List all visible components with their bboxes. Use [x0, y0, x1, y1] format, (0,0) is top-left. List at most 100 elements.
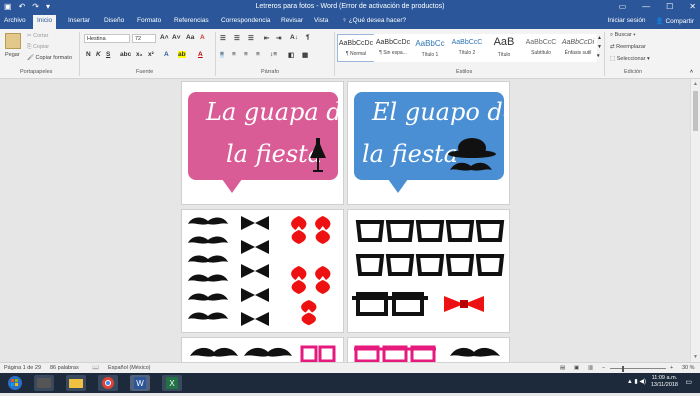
show-marks-icon[interactable]: ¶: [306, 34, 310, 41]
share-button[interactable]: 👤 Compartir: [656, 17, 694, 25]
paste-button[interactable]: Pegar: [5, 52, 20, 58]
tab-formato[interactable]: Formato: [137, 17, 161, 24]
bullets-icon[interactable]: ☰: [220, 34, 226, 42]
cut-button[interactable]: ✂ Cortar: [27, 33, 48, 39]
signin-link[interactable]: Iniciar sesión: [608, 17, 646, 25]
align-center-icon[interactable]: ≡: [232, 51, 236, 58]
style-subtitle[interactable]: AaBbCcC Subtítulo: [522, 34, 560, 62]
bold-icon[interactable]: N: [86, 51, 91, 58]
zoom-level[interactable]: 30 %: [682, 365, 695, 371]
zoom-slider-handle[interactable]: [622, 366, 624, 372]
scroll-thumb[interactable]: [693, 91, 698, 131]
select-button[interactable]: ⬚ Seleccionar ▾: [610, 56, 650, 62]
minimize-icon[interactable]: —: [642, 2, 650, 11]
style-subtle-emphasis[interactable]: AaBbCcDi Énfasis sutil: [559, 34, 597, 62]
tray-icons[interactable]: ▲ ▮ ◀): [627, 378, 646, 385]
replace-button[interactable]: ⇄ Reemplazar: [610, 44, 646, 50]
justify-icon[interactable]: ≡: [256, 51, 260, 58]
styles-scroll-up-icon[interactable]: ▲: [597, 35, 602, 41]
line-spacing-icon[interactable]: ↕≡: [270, 51, 277, 58]
text-effects-icon[interactable]: A: [164, 51, 169, 58]
page-count[interactable]: Página 1 de 29: [4, 365, 41, 371]
read-mode-icon[interactable]: ▤: [560, 365, 565, 371]
shading-icon[interactable]: ◧: [288, 51, 294, 59]
vertical-scrollbar[interactable]: ▲ ▼: [690, 79, 700, 362]
font-name-box[interactable]: Hestina: [84, 34, 130, 43]
collapse-ribbon-icon[interactable]: ˄: [690, 69, 693, 75]
style-normal[interactable]: AaBbCcDc ¶ Normal: [337, 34, 375, 62]
clear-format-icon[interactable]: A: [200, 34, 205, 41]
close-icon[interactable]: ✕: [689, 2, 696, 11]
scroll-up-icon[interactable]: ▲: [693, 81, 698, 87]
grow-font-icon[interactable]: A˄: [160, 34, 169, 41]
page-4[interactable]: [347, 209, 510, 333]
dress-icon: [310, 138, 326, 172]
scroll-down-icon[interactable]: ▼: [693, 354, 698, 360]
word-icon[interactable]: W: [130, 375, 150, 391]
font-color-icon[interactable]: A: [198, 51, 203, 58]
copy-button[interactable]: ⎘ Copiar: [27, 44, 49, 51]
word-count[interactable]: 86 palabras: [50, 365, 79, 371]
sort-icon[interactable]: A↓: [290, 34, 298, 41]
language[interactable]: Español (México): [108, 365, 151, 371]
superscript-icon[interactable]: x²: [148, 51, 154, 58]
proofing-icon[interactable]: 📖: [92, 365, 99, 371]
tab-insertar[interactable]: Insertar: [68, 17, 90, 24]
multilevel-list-icon[interactable]: ☰: [248, 34, 254, 42]
page-2[interactable]: El guapo de la fiesta: [347, 81, 510, 205]
style-title[interactable]: AaB Título: [485, 34, 523, 62]
italic-icon[interactable]: K: [96, 51, 101, 58]
clock[interactable]: 11:09 a.m. 13/11/2018: [651, 375, 678, 389]
chrome-icon[interactable]: [98, 375, 118, 391]
page-1[interactable]: La guapa de la fiesta: [181, 81, 344, 205]
subscript-icon[interactable]: x₂: [136, 51, 143, 58]
font-size-box[interactable]: 72: [132, 34, 156, 43]
format-painter-button[interactable]: 🖌 Copiar formato: [27, 55, 72, 61]
page-6[interactable]: [347, 337, 510, 362]
excel-icon[interactable]: X: [162, 375, 182, 391]
shrink-font-icon[interactable]: A˅: [172, 34, 181, 41]
hat-mustache-icon: [448, 138, 496, 171]
web-layout-icon[interactable]: ▥: [588, 365, 593, 371]
tab-archivo[interactable]: Archivo: [4, 17, 26, 24]
style-heading-2[interactable]: AaBbCcC Título 2: [448, 34, 486, 62]
paste-icon[interactable]: [5, 33, 21, 49]
print-layout-icon[interactable]: ▣: [574, 365, 579, 371]
change-case-icon[interactable]: Aa: [186, 34, 194, 41]
maximize-icon[interactable]: ☐: [666, 2, 673, 11]
styles-more-icon[interactable]: ▾: [597, 53, 600, 59]
tab-vista[interactable]: Vista: [314, 17, 328, 24]
style-no-spacing[interactable]: AaBbCcDc ¶ Sin espa...: [374, 34, 412, 62]
align-left-icon[interactable]: ≡: [220, 51, 224, 58]
zoom-in-icon[interactable]: +: [670, 365, 673, 371]
underline-icon[interactable]: S: [106, 51, 110, 58]
tab-referencias[interactable]: Referencias: [174, 17, 209, 24]
ribbon-home: Pegar ✂ Cortar ⎘ Copiar 🖌 Copiar formato…: [0, 29, 700, 79]
explorer-icon[interactable]: [34, 375, 54, 391]
style-heading-1[interactable]: AaBbCc Título 1: [411, 34, 449, 62]
increase-indent-icon[interactable]: ⇥: [276, 34, 281, 42]
find-button[interactable]: ⌕ Buscar ▾: [610, 32, 636, 39]
divider: [79, 32, 80, 76]
tab-correspondencia[interactable]: Correspondencia: [221, 17, 271, 24]
zoom-out-icon[interactable]: −: [602, 365, 605, 371]
numbering-icon[interactable]: ☰: [234, 34, 240, 42]
tab-inicio[interactable]: Inicio: [33, 15, 57, 29]
notification-icon[interactable]: ▭: [685, 378, 692, 386]
clipboard-group-label: Portapapeles: [20, 69, 53, 75]
page-5[interactable]: [181, 337, 344, 362]
tell-me-box[interactable]: ♀ ¿Qué desea hacer?: [342, 17, 406, 24]
page-3[interactable]: [181, 209, 344, 333]
align-right-icon[interactable]: ≡: [244, 51, 248, 58]
styles-scroll-down-icon[interactable]: ▼: [597, 44, 602, 50]
strikethrough-icon[interactable]: abc: [120, 51, 131, 58]
tab-revisar[interactable]: Revisar: [281, 17, 303, 24]
borders-icon[interactable]: ▦: [302, 51, 308, 59]
highlight-icon[interactable]: ab: [178, 51, 186, 58]
decrease-indent-icon[interactable]: ⇤: [264, 34, 269, 42]
tab-diseno[interactable]: Diseño: [104, 17, 124, 24]
ribbon-options-icon[interactable]: ▭: [619, 2, 627, 11]
windows-icon[interactable]: [2, 375, 28, 391]
zoom-slider[interactable]: [610, 368, 666, 369]
folder-icon[interactable]: [66, 375, 86, 391]
